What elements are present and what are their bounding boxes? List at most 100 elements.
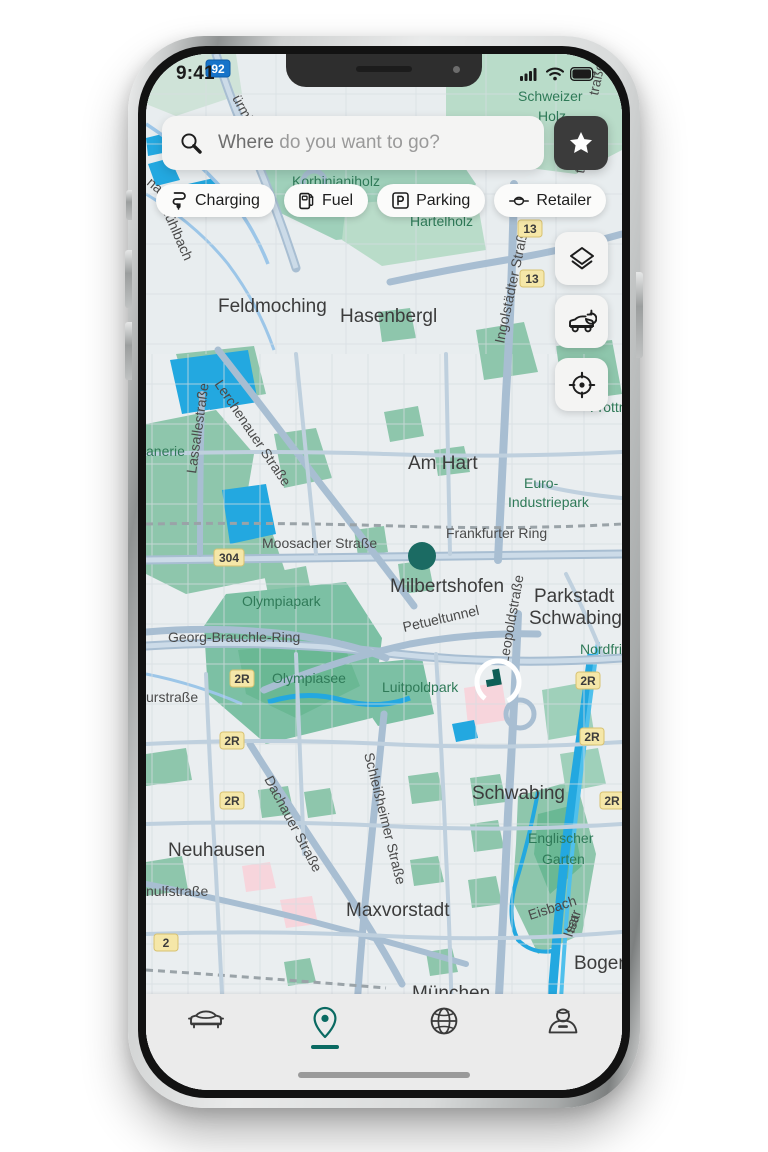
map-label: Petueltunnel xyxy=(401,602,480,635)
map-label: Englischer xyxy=(528,830,594,846)
road-shield: 2R xyxy=(219,731,245,750)
map-label: Bogenha xyxy=(574,953,622,974)
home-indicator[interactable] xyxy=(298,1072,470,1078)
map-label: Euro- xyxy=(524,475,559,491)
road-shield: 2R xyxy=(229,669,255,688)
poi-dot-marker[interactable] xyxy=(408,542,436,570)
road-shield-label: 2R xyxy=(224,734,240,748)
road-shield: 2R xyxy=(575,671,601,690)
search-input[interactable]: Where do you want to go? xyxy=(162,116,544,170)
chip-fuel-label: Fuel xyxy=(321,191,354,209)
road-shield: 304 xyxy=(213,548,245,567)
earpiece-speaker xyxy=(356,66,412,72)
map-label: traße xyxy=(585,61,607,96)
road-shield-label: 304 xyxy=(219,551,239,565)
search-icon xyxy=(181,133,202,154)
chip-parking-label: Parking xyxy=(416,191,471,209)
car-icon xyxy=(568,309,597,332)
chip-charging-label: Charging xyxy=(195,191,260,209)
search-row: Where do you want to go? xyxy=(162,116,608,170)
map-label: Maxvorstadt xyxy=(346,900,450,921)
vehicle-view-button[interactable] xyxy=(555,295,608,348)
map-label: Dachauer Straße xyxy=(261,773,325,875)
filter-chip-row: Charging Fuel Parking Retailer xyxy=(156,184,607,217)
map-layers-button[interactable] xyxy=(555,232,608,285)
map-label: Am Hart xyxy=(408,453,478,474)
search-placeholder: Where do you want to go? xyxy=(218,132,440,154)
map-label: Neuhausen xyxy=(168,840,265,861)
road-shield: 2R xyxy=(219,791,245,810)
layers-icon xyxy=(569,246,594,269)
chip-charging[interactable]: Charging xyxy=(156,184,275,217)
globe-icon xyxy=(430,1007,457,1035)
road-shield: 13 xyxy=(519,269,545,288)
current-position-marker[interactable] xyxy=(470,654,526,710)
road-shield: 2R xyxy=(579,727,605,746)
chip-parking[interactable]: Parking xyxy=(377,184,486,217)
map-label: Milbertshofen xyxy=(390,576,504,597)
map-label: Frankfurter Ring xyxy=(446,525,547,541)
front-camera xyxy=(453,66,460,73)
nav-map[interactable] xyxy=(282,1006,368,1060)
map-label: Luitpoldpark xyxy=(382,679,459,695)
map-label: Nordfried xyxy=(580,641,622,657)
nav-services[interactable] xyxy=(401,1006,487,1060)
charging-plug-icon xyxy=(172,191,186,210)
map-label: Hasenbergl xyxy=(340,306,437,327)
road-shield-label: 13 xyxy=(525,272,539,286)
nav-active-underline xyxy=(310,1045,339,1049)
map-controls xyxy=(555,232,608,411)
map-label: anerie xyxy=(146,443,185,459)
map-label: Garten xyxy=(542,851,585,867)
road-shield-label: 2R xyxy=(224,794,240,808)
car-front-icon xyxy=(187,1010,224,1029)
road-shield-label: 2R xyxy=(580,674,596,688)
map-label: Feldmoching xyxy=(218,296,327,317)
road-shield: 92 xyxy=(205,59,231,78)
nav-profile[interactable] xyxy=(520,1006,606,1060)
map-label: Schwabing xyxy=(529,608,622,629)
map-label: Olympiasee xyxy=(272,670,346,686)
volume-down-button[interactable] xyxy=(125,322,132,380)
map-label: Olympiapark xyxy=(242,593,322,609)
road-shield-label: 2R xyxy=(604,794,620,808)
location-pin-icon xyxy=(313,1006,336,1039)
phone-screen: .lbl{font-family:"Liberation Sans",sans-… xyxy=(146,54,622,1090)
chip-retailer-label: Retailer xyxy=(536,191,592,209)
road-shield-label: 92 xyxy=(211,62,225,76)
map-label: Industriepark xyxy=(508,494,590,510)
fuel-pump-icon xyxy=(299,192,314,209)
map-label: Lassallestraße xyxy=(183,382,212,475)
map-label: urstraße xyxy=(146,689,198,705)
search-placeholder-rest: do you want to go? xyxy=(273,132,440,153)
volume-up-button[interactable] xyxy=(125,250,132,308)
search-placeholder-strong: Where xyxy=(218,132,274,153)
map-label: Georg-Brauchle-Ring xyxy=(168,629,300,645)
map-label: Parkstadt xyxy=(534,586,615,607)
nav-vehicle[interactable] xyxy=(163,1006,249,1060)
map-label: Moosacher Straße xyxy=(262,535,377,551)
crosshair-icon xyxy=(568,371,595,398)
recenter-location-button[interactable] xyxy=(555,358,608,411)
star-icon xyxy=(569,131,593,153)
silent-switch[interactable] xyxy=(126,190,132,220)
retailer-roundel-icon xyxy=(509,196,530,205)
road-shield-label: 2 xyxy=(163,936,170,950)
map-label: Lerchenauer Straße xyxy=(212,377,295,489)
favorites-button[interactable] xyxy=(554,116,608,170)
chip-retailer[interactable]: Retailer xyxy=(494,184,607,217)
parking-p-icon xyxy=(392,192,409,209)
road-shield-label: 2R xyxy=(584,730,600,744)
chip-fuel[interactable]: Fuel xyxy=(283,184,369,217)
person-icon xyxy=(548,1008,577,1034)
road-shield: 13 xyxy=(517,219,543,238)
map-label: nulfstraße xyxy=(146,883,208,899)
map-label: Schleißheimer Straße xyxy=(361,751,409,886)
road-shield: 2 xyxy=(153,933,179,952)
power-button[interactable] xyxy=(636,272,643,358)
road-shield-label: 13 xyxy=(523,222,537,236)
map-label: Schwabing xyxy=(472,783,565,804)
notch xyxy=(286,54,482,87)
road-shield: 2R xyxy=(599,791,622,810)
road-shield-label: 2R xyxy=(234,672,250,686)
